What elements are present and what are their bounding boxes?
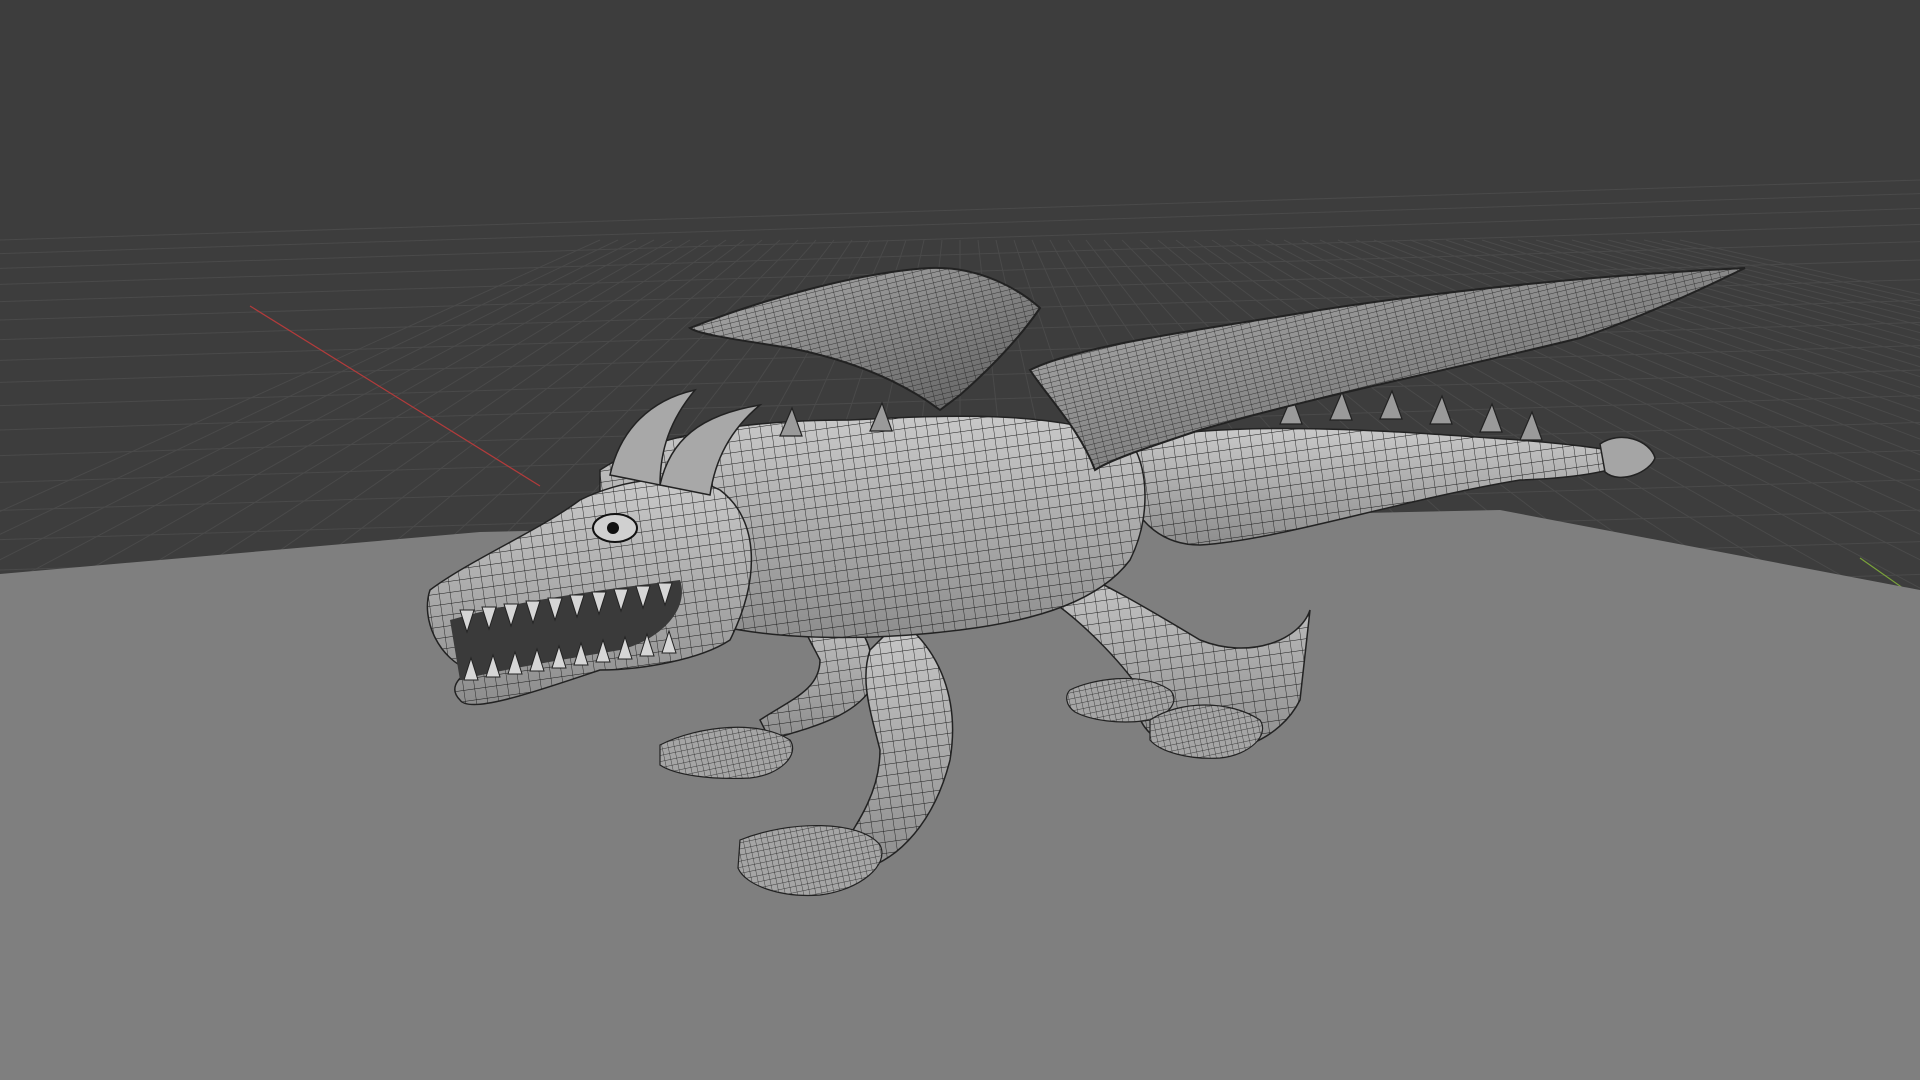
3d-viewport[interactable] [0, 0, 1920, 1080]
hind-foot-near[interactable] [1149, 704, 1264, 759]
dragon-pupil [607, 522, 619, 534]
viewport-canvas[interactable] [0, 0, 1920, 1080]
